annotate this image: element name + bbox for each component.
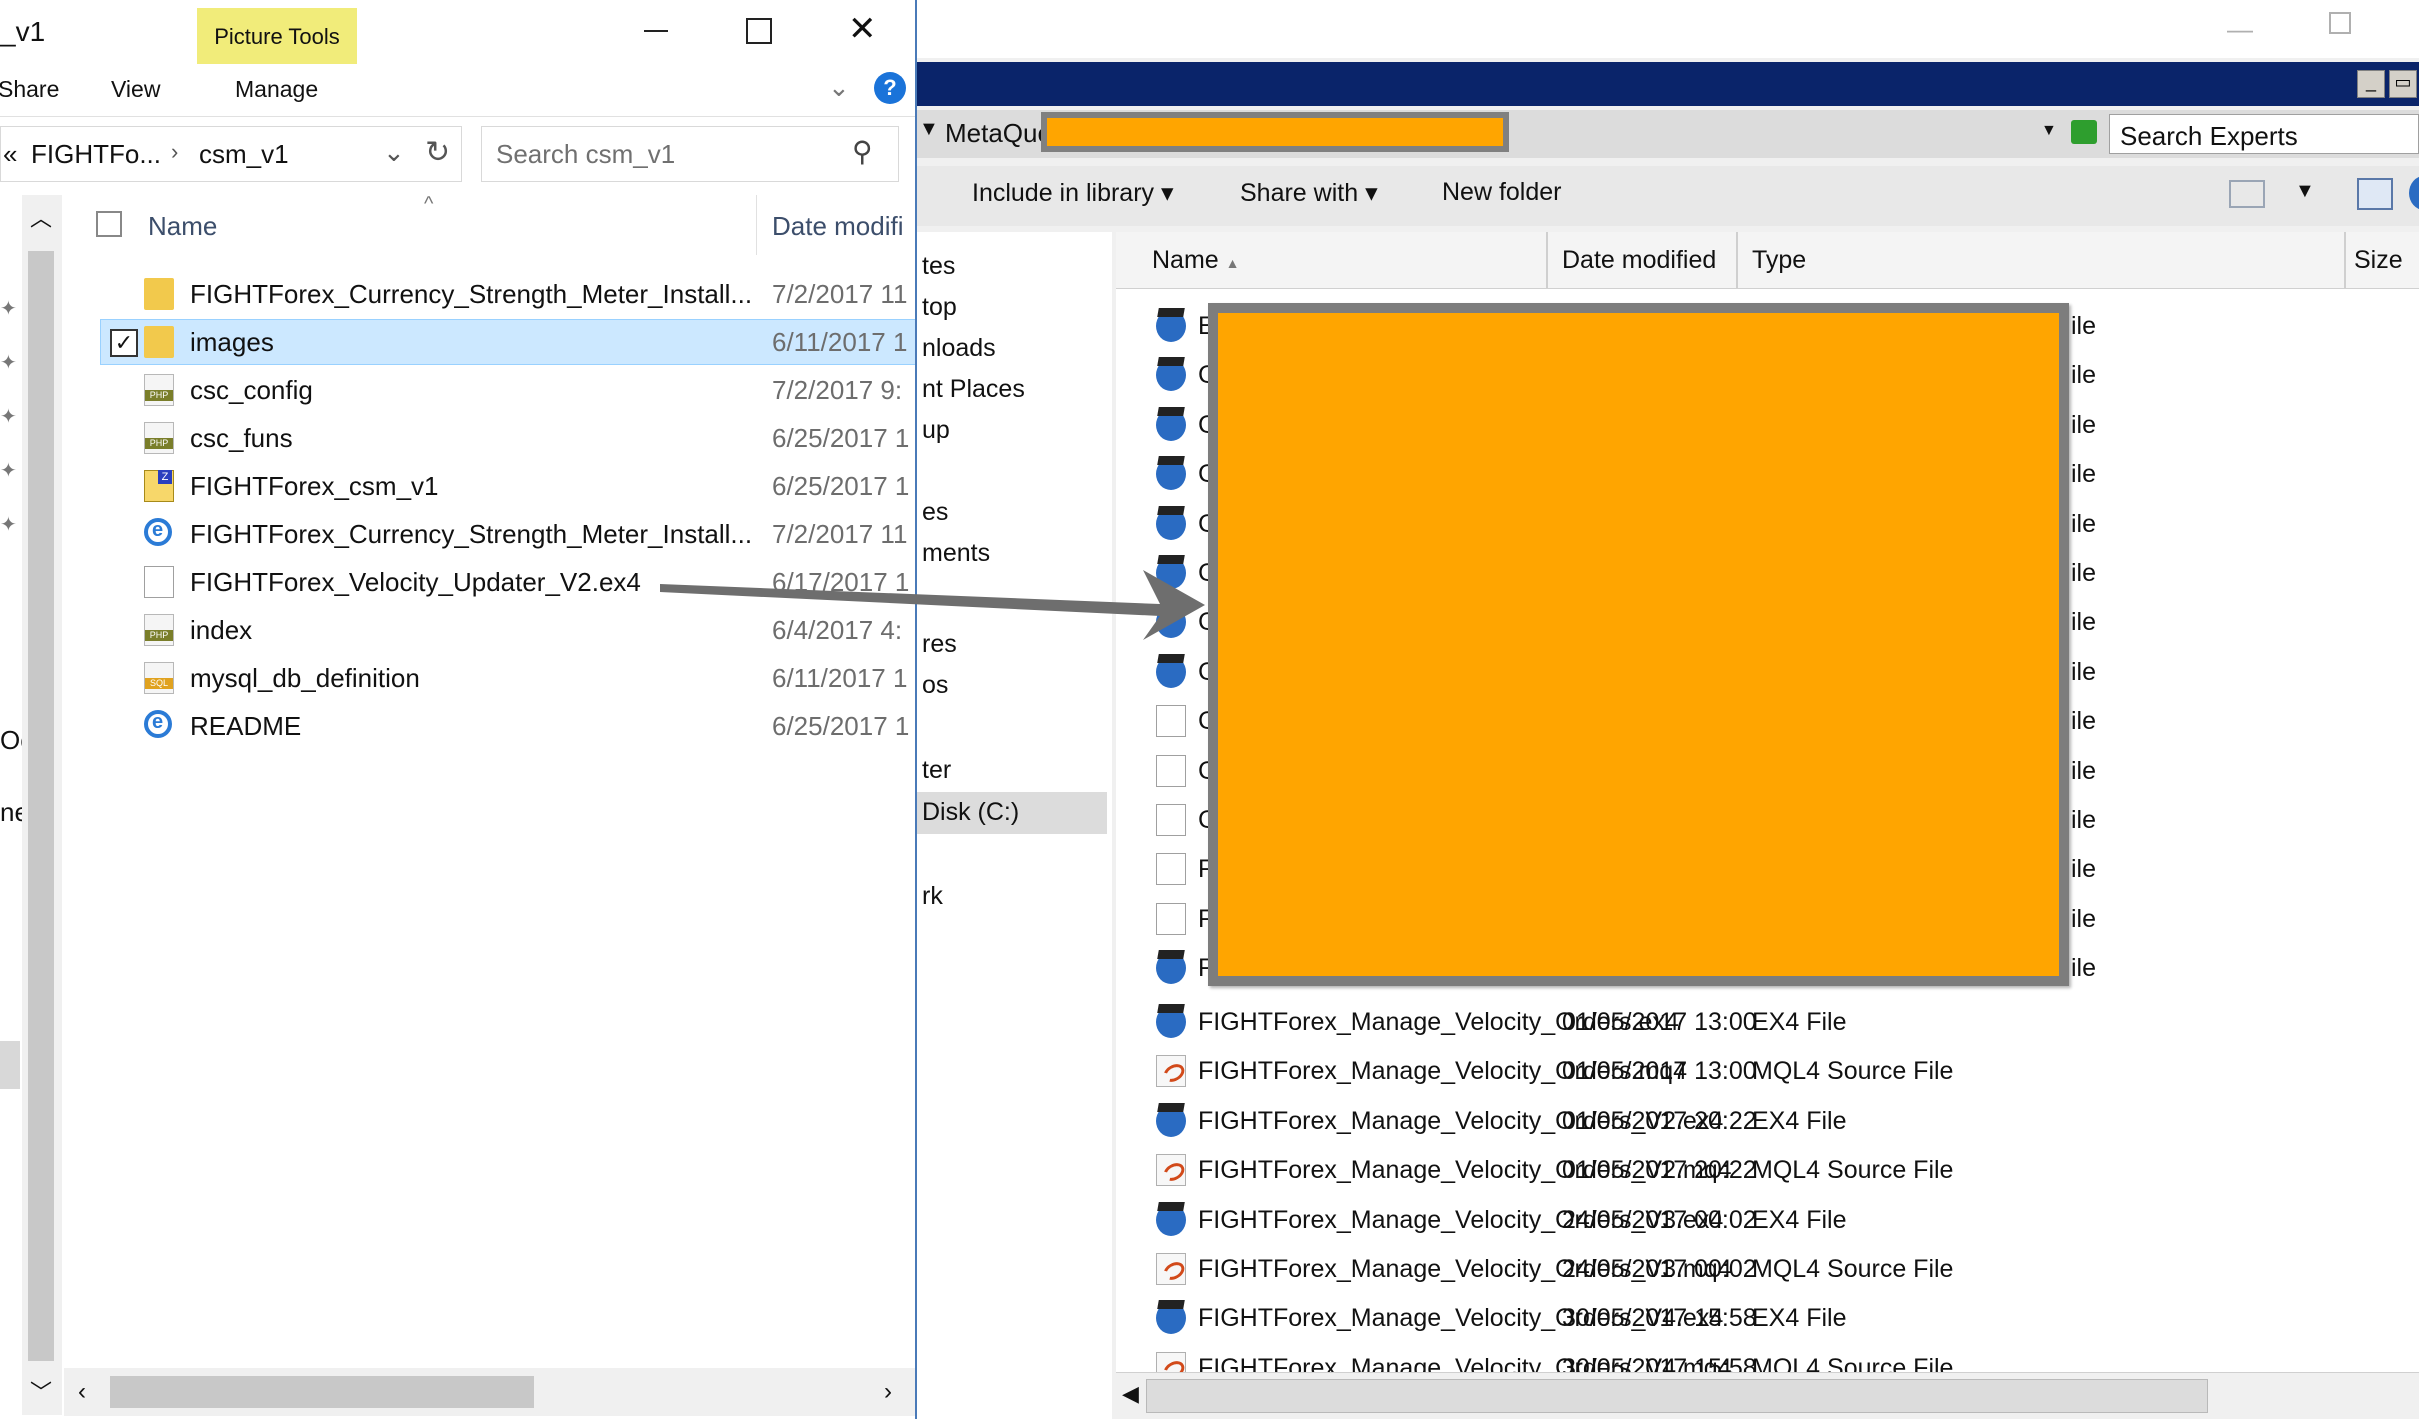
- drag-arrow-overlay: [660, 570, 1205, 640]
- drag-arrow-icon: [660, 570, 1205, 640]
